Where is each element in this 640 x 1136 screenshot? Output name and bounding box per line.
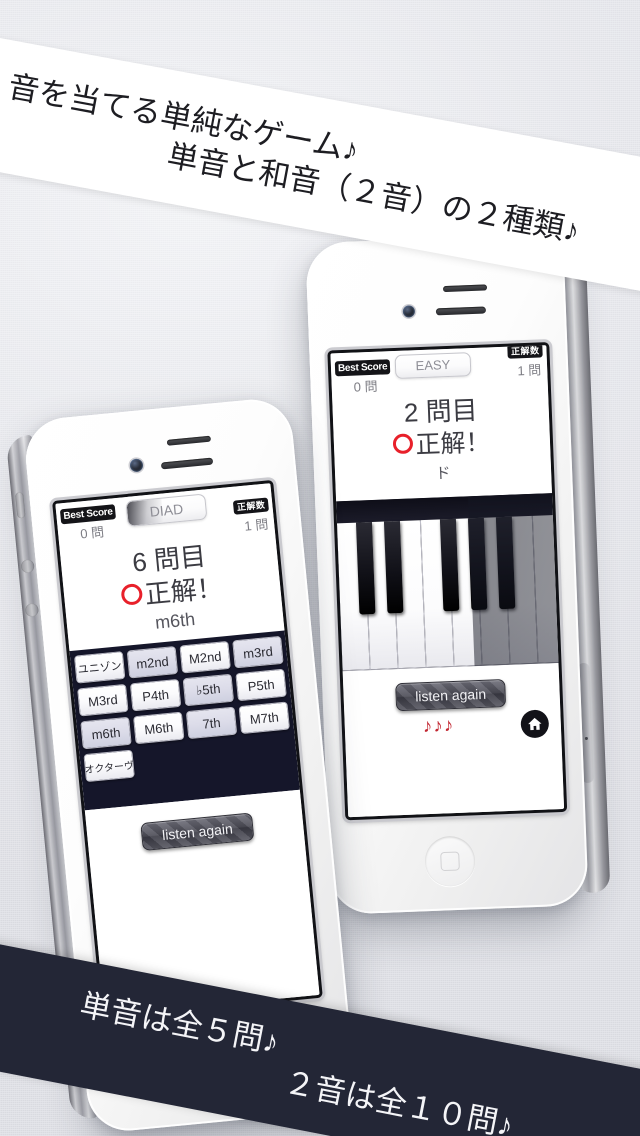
interval-key[interactable]: M2nd — [179, 640, 231, 674]
right-answer-note: ド — [435, 464, 451, 483]
left-best-score-value: 0 問 — [79, 524, 105, 542]
interval-key[interactable]: m6th — [80, 716, 132, 750]
right-piano-keyboard[interactable] — [336, 493, 559, 672]
right-note-indicator: ♪♪♪ — [422, 715, 455, 738]
interval-key[interactable]: ♭5th — [182, 673, 235, 707]
right-result-text: 正解！ — [414, 428, 492, 460]
right-best-score-badge: Best Score — [334, 359, 391, 377]
right-controls-panel: listen again ♪♪♪ — [342, 662, 565, 821]
piano-white-key[interactable] — [532, 514, 559, 664]
interval-key[interactable]: オクターヴ — [83, 749, 135, 783]
screenshot-stage: Best Score 0 問 EASY 正解数 1 問 2 問目 正解！ ド l… — [0, 0, 640, 1136]
left-best-score-badge: Best Score — [59, 504, 117, 525]
interval-key[interactable]: ユニゾン — [73, 651, 126, 684]
phone-right-screen: Best Score 0 問 EASY 正解数 1 問 2 問目 正解！ ド l… — [327, 342, 568, 821]
right-best-score-value: 0 問 — [353, 378, 378, 395]
right-info-panel: Best Score 0 問 EASY 正解数 1 問 2 問目 正解！ ド — [330, 343, 552, 502]
left-correct-circle-icon — [120, 582, 144, 606]
right-correct-circle-icon — [393, 433, 414, 455]
interval-key[interactable]: M7th — [238, 701, 290, 735]
interval-key[interactable]: m3rd — [232, 635, 284, 669]
left-correct-count-badge: 正解数 — [233, 497, 270, 515]
right-mode-label: EASY — [415, 356, 451, 374]
right-mode-button[interactable]: EASY — [394, 352, 472, 380]
interval-key[interactable]: m2nd — [126, 645, 179, 679]
left-interval-keypad: ユニゾン m2nd M2nd m3rd M3rd P4th ♭5th P5th … — [69, 630, 300, 811]
right-home-icon-button[interactable] — [520, 709, 550, 739]
left-listen-again-button[interactable]: listen again — [140, 812, 255, 852]
interval-key[interactable]: 7th — [185, 706, 238, 740]
interval-key[interactable]: P4th — [129, 678, 182, 712]
left-result-text: 正解！ — [143, 571, 224, 610]
phone-right: Best Score 0 問 EASY 正解数 1 問 2 問目 正解！ ド l… — [305, 233, 611, 915]
right-listen-again-button[interactable]: listen again — [395, 679, 507, 712]
interval-key[interactable]: M3rd — [77, 683, 129, 717]
right-correct-count-value: 1 問 — [517, 362, 542, 379]
interval-key[interactable]: M6th — [133, 711, 185, 745]
right-correct-count-badge: 正解数 — [507, 343, 543, 359]
left-mode-button[interactable]: DIAD — [125, 493, 208, 527]
interval-key[interactable]: P5th — [235, 668, 287, 702]
left-mode-label: DIAD — [148, 500, 184, 520]
home-icon — [528, 717, 542, 731]
left-info-panel: Best Score 0 問 DIAD 正解数 1 問 6 問目 正解！ m6t… — [55, 483, 285, 652]
